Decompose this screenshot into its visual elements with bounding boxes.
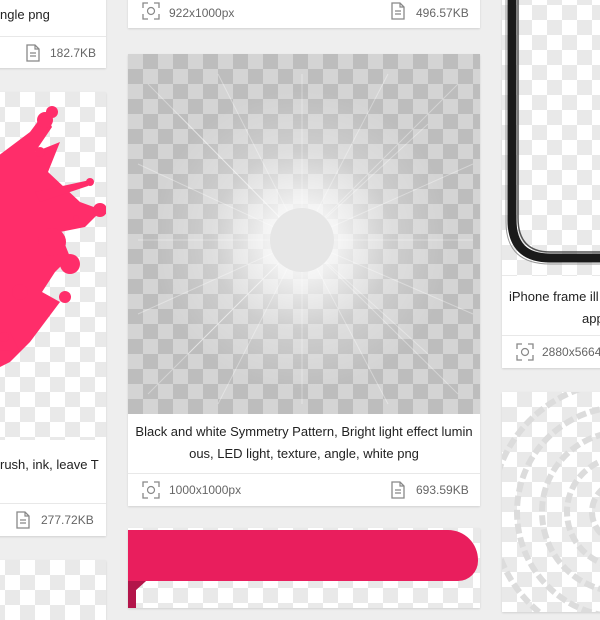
card-title-line2: ous, LED light, texture, angle, white pn… (189, 446, 419, 461)
file-icon (26, 44, 40, 62)
file-icon (391, 481, 405, 499)
image-dimensions: 922x1000px (169, 6, 235, 20)
card-center-top[interactable]: 922x1000px 496.57KB (128, 0, 480, 28)
fullscreen-icon (516, 343, 534, 361)
card-title-line2: app (582, 311, 600, 326)
card-title: rush, ink, leave T (0, 457, 99, 472)
card-right-bottom[interactable] (502, 392, 600, 612)
pattern-image (502, 392, 600, 612)
preview-image (0, 92, 106, 440)
light-burst-image (137, 73, 474, 405)
card-center-bottom[interactable] (128, 528, 480, 608)
file-icon (16, 511, 30, 529)
card-meta: 277.72KB (0, 503, 106, 536)
card-title: ngle png (0, 7, 50, 22)
pink-banner-image (128, 530, 478, 608)
preview-image (502, 0, 600, 276)
file-size: 277.72KB (41, 513, 94, 527)
card-meta: 922x1000px 496.57KB (128, 0, 480, 28)
image-dimensions: 1000x1000px (169, 483, 242, 497)
file-icon (391, 2, 405, 20)
phone-frame-image (505, 0, 600, 265)
fullscreen-icon (142, 481, 160, 499)
card-title-line1: Black and white Symmetry Pattern, Bright… (135, 424, 473, 439)
card-title-line1: iPhone frame ill (509, 289, 599, 304)
card-right-top[interactable]: iPhone frame ill app 2880x5664 (502, 0, 600, 368)
card-meta: 2880x5664 (502, 335, 600, 368)
ink-splash-image (0, 106, 106, 367)
file-size: 693.59KB (416, 483, 469, 497)
card-meta: 1000x1000px 693.59KB (128, 473, 480, 506)
card-left-mid[interactable]: rush, ink, leave T 277.72KB (0, 92, 106, 536)
card-left-bottom[interactable] (0, 560, 106, 620)
card-center-main[interactable]: Black and white Symmetry Pattern, Bright… (128, 54, 480, 506)
preview-image (128, 54, 480, 414)
file-size: 496.57KB (416, 6, 469, 20)
file-size: 182.7KB (50, 46, 97, 60)
card-left-top[interactable]: ngle png 182.7KB (0, 0, 106, 68)
image-dimensions: 2880x5664 (542, 345, 600, 359)
fullscreen-icon (142, 2, 160, 20)
card-meta: 182.7KB (0, 36, 106, 68)
